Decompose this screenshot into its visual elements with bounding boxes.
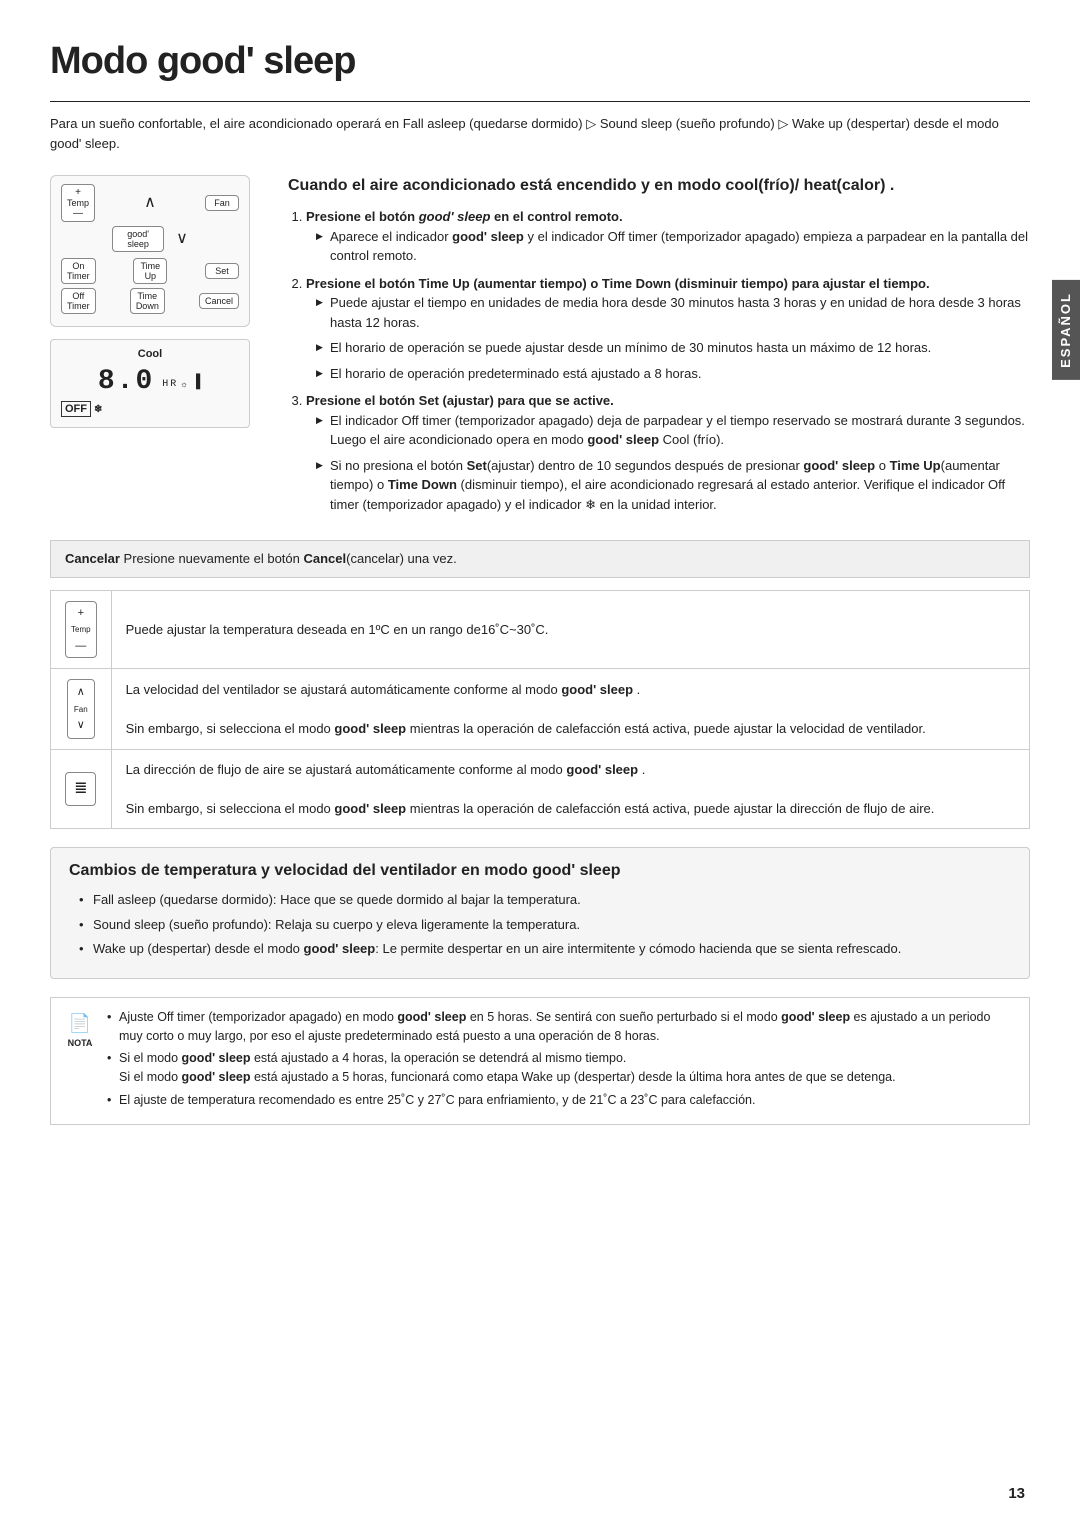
fan-icon-cell: ∧Fan∨ xyxy=(51,669,112,750)
list-item: Si el modo good' sleep está ajustado a 4… xyxy=(107,1049,1015,1087)
step-2-bullet-2: El horario de operación se puede ajustar… xyxy=(316,338,1030,358)
page-title: Modo good' sleep xyxy=(50,40,1030,83)
table-row: ∧Fan∨ La velocidad del ventilador se aju… xyxy=(51,669,1030,750)
fan-btn[interactable]: Fan xyxy=(205,195,239,211)
temp-btn[interactable]: + Temp — xyxy=(61,184,95,222)
fan-icon: ∧Fan∨ xyxy=(67,679,95,739)
display-diagram: Cool 8.0 HR ☼ ▐ OFF ❄ xyxy=(50,339,250,428)
nota-icon: 📄 NOTA xyxy=(65,1008,95,1114)
signal-icon: ▐ xyxy=(192,374,202,390)
table-row: ≣ La dirección de flujo de aire se ajust… xyxy=(51,749,1030,829)
time-up-btn[interactable]: TimeUp xyxy=(133,258,167,284)
set-btn[interactable]: Set xyxy=(205,263,239,279)
list-item: Wake up (despertar) desde el modo good' … xyxy=(79,939,1011,959)
flow-icon-cell: ≣ xyxy=(51,749,112,829)
good-sleep-btn[interactable]: good'sleep xyxy=(112,226,164,252)
cancel-box: Cancelar Presione nuevamente el botón Ca… xyxy=(50,540,1030,578)
display-off-row: OFF ❄ xyxy=(61,401,239,417)
snowflake-icon: ❄ xyxy=(94,404,102,415)
cancel-btn[interactable]: Cancel xyxy=(199,293,239,309)
bottom-bullet-list: Fall asleep (quedarse dormido): Hace que… xyxy=(69,890,1011,959)
step-2: Presione el botón Time Up (aumentar tiem… xyxy=(306,274,1030,384)
table-row: +Temp— Puede ajustar la temperatura dese… xyxy=(51,590,1030,669)
time-down-btn[interactable]: TimeDown xyxy=(130,288,165,314)
off-timer-btn[interactable]: OffTimer xyxy=(61,288,96,314)
display-digits: 8.0 HR ☼ ▐ xyxy=(61,366,239,397)
chevron-down-icon[interactable]: ∨ xyxy=(176,231,188,247)
display-cool-label: Cool xyxy=(61,348,239,360)
step-3-bold: Presione el botón Set (ajustar) para que… xyxy=(306,393,614,408)
on-timer-btn[interactable]: OnTimer xyxy=(61,258,96,284)
step-3-bullet-1: El indicador Off timer (temporizador apa… xyxy=(316,411,1030,450)
right-column: Cuando el aire acondicionado está encend… xyxy=(288,175,1030,522)
step-2-bullet-3: El horario de operación predeterminado e… xyxy=(316,364,1030,384)
nota-content: Ajuste Off timer (temporizador apagado) … xyxy=(107,1008,1015,1114)
sun-icon: ☼ xyxy=(181,380,188,390)
temp-label: Temp xyxy=(67,198,89,208)
section-heading: Cuando el aire acondicionado está encend… xyxy=(288,175,1030,197)
page-number: 13 xyxy=(1008,1485,1025,1502)
remote-diagram: + Temp — ∧ Fan good'sleep ∨ OnTimer xyxy=(50,175,250,327)
side-tab: ESPAÑOL xyxy=(1052,280,1080,380)
main-section: + Temp — ∧ Fan good'sleep ∨ OnTimer xyxy=(50,175,1030,522)
list-item: Ajuste Off timer (temporizador apagado) … xyxy=(107,1008,1015,1046)
nota-label: NOTA xyxy=(68,1037,93,1051)
nota-box: 📄 NOTA Ajuste Off timer (temporizador ap… xyxy=(50,997,1030,1125)
left-column: + Temp — ∧ Fan good'sleep ∨ OnTimer xyxy=(50,175,260,522)
bottom-heading: Cambios de temperatura y velocidad del v… xyxy=(69,862,1011,880)
chevron-up-icon[interactable]: ∧ xyxy=(144,195,156,211)
hr-label: HR xyxy=(162,379,178,390)
temp-info-cell: Puede ajustar la temperatura deseada en … xyxy=(111,590,1029,669)
bottom-section: Cambios de temperatura y velocidad del v… xyxy=(50,847,1030,979)
list-item: Sound sleep (sueño profundo): Relaja su … xyxy=(79,915,1011,935)
list-item: Fall asleep (quedarse dormido): Hace que… xyxy=(79,890,1011,910)
temp-icon-cell: +Temp— xyxy=(51,590,112,669)
temp-icon: +Temp— xyxy=(65,601,97,659)
step-3-bullet-2: Si no presiona el botón Set(ajustar) den… xyxy=(316,456,1030,515)
steps: Presione el botón good' sleep en el cont… xyxy=(288,207,1030,514)
flow-info-cell: La dirección de flujo de aire se ajustar… xyxy=(111,749,1029,829)
flow-direction-icon: ≣ xyxy=(65,772,96,806)
step-1-bullet-1: Aparece el indicador good' sleep y el in… xyxy=(316,227,1030,266)
step-3: Presione el botón Set (ajustar) para que… xyxy=(306,391,1030,514)
info-table: +Temp— Puede ajustar la temperatura dese… xyxy=(50,590,1030,830)
intro-text: Para un sueño confortable, el aire acond… xyxy=(50,114,1030,153)
step-2-bold: Presione el botón Time Up (aumentar tiem… xyxy=(306,276,930,291)
step-2-bullet-1: Puede ajustar el tiempo en unidades de m… xyxy=(316,293,1030,332)
list-item: El ajuste de temperatura recomendado es … xyxy=(107,1091,1015,1110)
step-1-bold: Presione el botón good' sleep en el cont… xyxy=(306,209,623,224)
step-1: Presione el botón good' sleep en el cont… xyxy=(306,207,1030,266)
fan-info-cell: La velocidad del ventilador se ajustará … xyxy=(111,669,1029,750)
